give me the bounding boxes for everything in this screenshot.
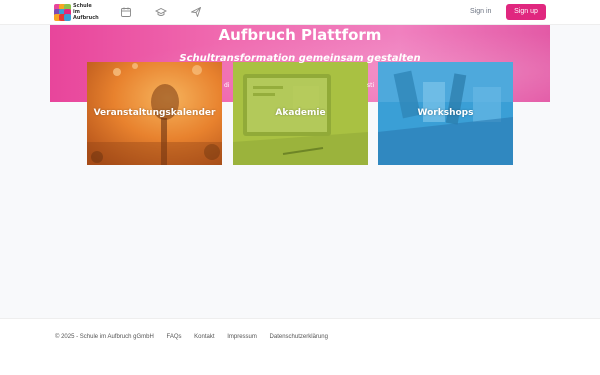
card-workshops[interactable]: Workshops [378, 62, 513, 165]
card-veranstaltungskalender[interactable]: Veranstaltungskalender [87, 62, 222, 165]
footer-link-faqs[interactable]: FAQs [166, 334, 181, 340]
card-akademie[interactable]: Akademie [233, 62, 368, 165]
sign-up-button[interactable]: Sign up [506, 4, 546, 20]
logo-icon [54, 4, 71, 21]
sign-in-link[interactable]: Sign in [470, 8, 491, 15]
card-label: Veranstaltungskalender [93, 108, 216, 118]
hero-subtitle: Schultransformation gemeinsam gestalten [179, 53, 421, 64]
hero-text-fragment-left: di [224, 82, 230, 89]
logo[interactable]: Schule im Aufbruch [54, 3, 99, 23]
top-navbar: Schule im Aufbruch Sign in Sign up [0, 0, 600, 25]
footer: © 2025 - Schule im Aufbruch gGmbH FAQs K… [0, 318, 600, 375]
footer-link-kontakt[interactable]: Kontakt [194, 334, 214, 340]
calendar-icon[interactable] [120, 6, 132, 18]
card-label: Akademie [275, 108, 326, 118]
footer-copyright: © 2025 - Schule im Aufbruch gGmbH [55, 334, 154, 340]
page-title: Aufbruch Plattform [218, 26, 382, 44]
footer-links-row: © 2025 - Schule im Aufbruch gGmbH FAQs K… [55, 334, 339, 340]
hero-text-fragment-right: sti [367, 82, 375, 89]
card-label: Workshops [417, 108, 474, 118]
footer-link-impressum[interactable]: Impressum [227, 334, 257, 340]
footer-link-datenschutz[interactable]: Datenschutzerklärung [270, 334, 328, 340]
send-icon[interactable] [190, 6, 202, 18]
graduation-cap-icon[interactable] [155, 6, 167, 18]
logo-text: Schule im Aufbruch [73, 3, 99, 21]
